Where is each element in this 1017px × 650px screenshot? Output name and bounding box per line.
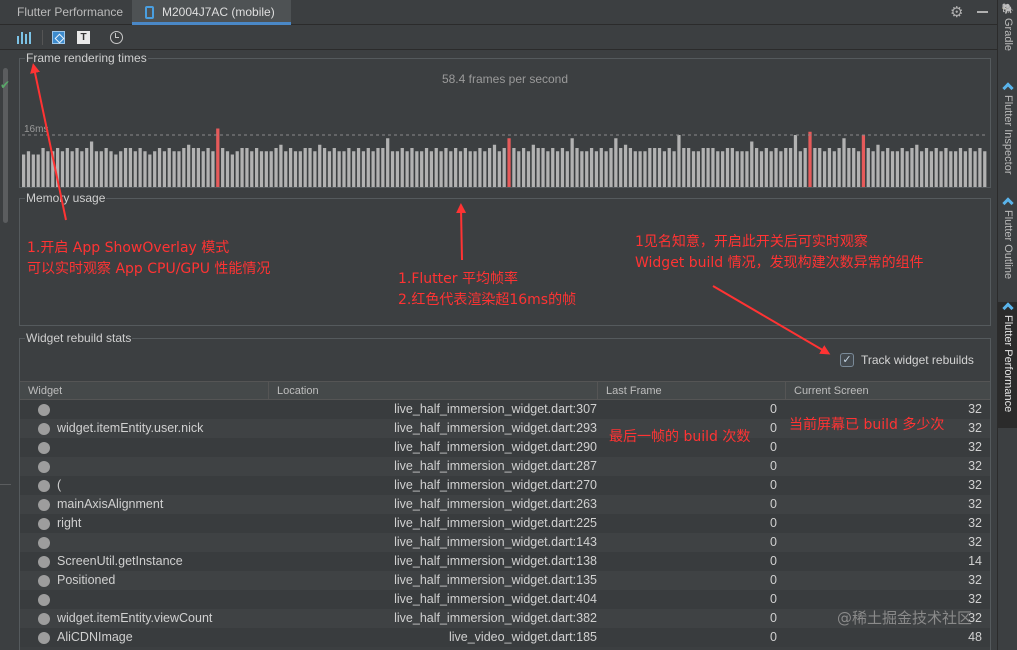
annotation-arrows: [30, 63, 831, 355]
annotation-overlay-line2: 可以实时观察 App CPU/GPU 性能情况: [27, 261, 271, 277]
arrow-to-fps: [456, 203, 467, 261]
annotation-track-line2: Widget build 情况，发现构建次数异常的组件: [635, 255, 924, 271]
annotation-fps-line2: 2.红色代表渲染超16ms的帧: [398, 292, 577, 308]
annotation-track-line1: 1见名知意，开启此开关后可实时观察: [635, 234, 868, 250]
arrow-to-overlay-button: [30, 63, 67, 221]
watermark: @稀土掘金技术社区: [837, 609, 973, 627]
arrow-to-track-toggle: [712, 285, 831, 355]
annotation-overlay-line1: 1.开启 App ShowOverlay 模式: [27, 240, 230, 256]
annotation-last-frame: 最后一帧的 build 次数: [609, 429, 751, 445]
annotation-fps-line1: 1.Flutter 平均帧率: [398, 271, 518, 287]
annotation-current-screen: 当前屏幕已 build 多少次: [789, 417, 945, 433]
